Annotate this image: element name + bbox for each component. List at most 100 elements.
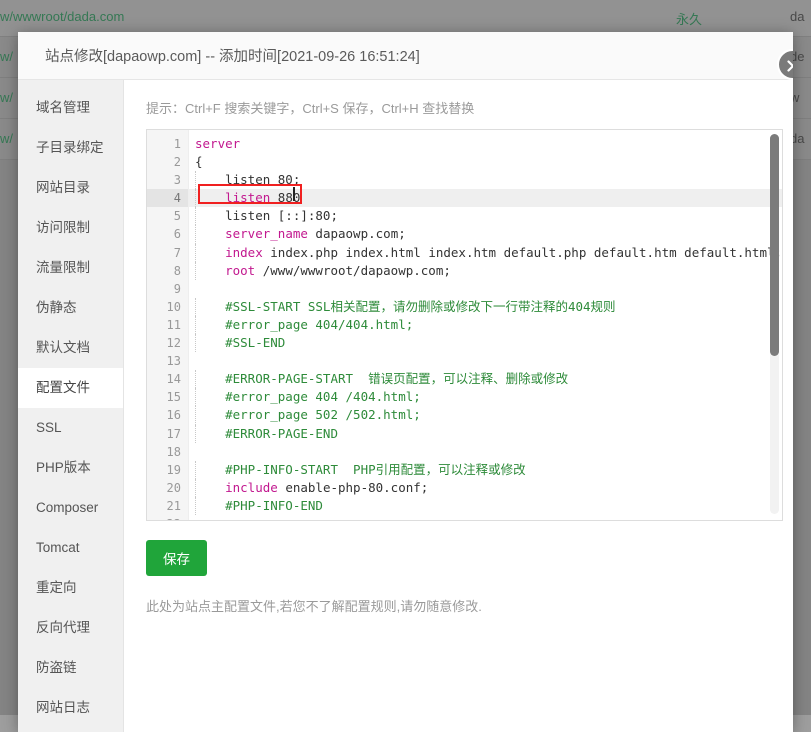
code-line[interactable]: { (189, 153, 782, 171)
code-token: index (225, 244, 263, 260)
sidebar-item-2[interactable]: 网站目录 (18, 168, 123, 208)
code-line[interactable]: #error_page 404/404.html; (189, 315, 782, 335)
sidebar-item-15[interactable]: 网站日志 (18, 688, 123, 728)
code-line[interactable]: index index.php index.html index.htm def… (189, 243, 782, 262)
code-line[interactable]: #PHP-INFO-START PHP引用配置，可以注释或修改 (189, 460, 782, 479)
line-number: 9 (173, 281, 181, 296)
code-line[interactable]: server_name dapaowp.com; (189, 225, 782, 244)
code-line[interactable] (189, 352, 782, 370)
line-number: 5 (173, 209, 181, 224)
indent-guide (195, 334, 196, 353)
code-line[interactable]: listen 80; (189, 171, 782, 190)
dialog-sidebar: 域名管理 子目录绑定 网站目录 访问限制 流量限制 伪静态 默认文档 配置文件 SSL PHP版本… (18, 80, 124, 732)
code-line[interactable]: #error_page 502 /502.html; (189, 406, 782, 425)
code-token: #error_page 502 /502.html; (195, 407, 421, 423)
line-number: 16 (166, 408, 181, 423)
code-token: server (195, 136, 241, 151)
sidebar-item-10[interactable]: Composer (18, 488, 123, 528)
dialog-body: 域名管理 子目录绑定 网站目录 访问限制 流量限制 伪静态 默认文档 配置文件 SSL PHP版本… (18, 80, 793, 732)
indent-guide (195, 315, 196, 335)
line-number: 10 (166, 299, 181, 314)
indent-guide (195, 243, 196, 262)
line-number: 12 (166, 336, 181, 351)
code-token: include (225, 479, 278, 495)
sidebar-item-11[interactable]: Tomcat (18, 528, 123, 568)
sidebar-item-8[interactable]: SSL (18, 408, 123, 448)
config-code-editor[interactable]: 12345678910111213141516171819202122 serv… (146, 129, 784, 521)
sidebar-item-3[interactable]: 访问限制 (18, 208, 123, 248)
indent-guide (195, 406, 196, 425)
code-line[interactable]: root /www/wwwroot/dapaowp.com; (189, 261, 782, 280)
code-line[interactable] (189, 443, 782, 461)
indent-guide (195, 297, 196, 316)
line-number: 1 (173, 137, 181, 151)
code-line[interactable]: include enable-php-80.conf; (189, 478, 782, 497)
code-token: server_name (225, 226, 308, 242)
line-number: 19 (166, 462, 181, 477)
sidebar-item-7[interactable]: 配置文件 (18, 368, 123, 408)
editor-scrollbar[interactable] (770, 134, 780, 514)
code-line[interactable]: #ERROR-PAGE-END (189, 424, 782, 443)
sidebar-item-0[interactable]: 域名管理 (18, 88, 123, 128)
sidebar-item-1[interactable]: 子目录绑定 (18, 128, 123, 168)
code-line[interactable]: listen [::]:80; (189, 207, 782, 226)
indent-guide (195, 496, 196, 515)
sidebar-item-14[interactable]: 防盗链 (18, 648, 123, 688)
dialog-title: 站点修改[dapaowp.com] -- 添加时间[2021-09-26 16:… (45, 49, 420, 65)
sidebar-item-13[interactable]: 反向代理 (18, 608, 123, 648)
code-area[interactable]: server{ listen 80; listen 880 listen [::… (189, 130, 783, 520)
line-number: 17 (166, 426, 181, 441)
text-caret (293, 187, 295, 201)
line-number: 13 (166, 354, 181, 369)
indent-guide (195, 370, 196, 389)
indent-guide (195, 225, 196, 244)
line-number: 2 (173, 155, 181, 170)
code-line[interactable]: #SSL-START SSL相关配置，请勿删除或修改下一行带注释的404规则 (189, 297, 782, 316)
code-line[interactable]: server (189, 135, 782, 153)
code-token: 880 (270, 190, 301, 206)
code-token: enable-php-80.conf; (277, 479, 429, 495)
code-line[interactable]: listen 880 (189, 189, 783, 208)
sidebar-item-9[interactable]: PHP版本 (18, 448, 123, 488)
code-line[interactable]: #error_page 404 /404.html; (189, 388, 782, 407)
code-token: #PHP-INFO-END (195, 497, 323, 513)
code-line[interactable] (189, 515, 782, 520)
indent-guide (195, 388, 196, 407)
line-number: 3 (173, 173, 181, 188)
code-token: listen (225, 190, 271, 206)
line-number: 6 (173, 227, 181, 242)
indent-guide (195, 189, 196, 208)
code-token: dapaowp.com; (307, 226, 406, 242)
code-token: #ERROR-PAGE-START 错误页配置，可以注释、删除或修改 (195, 371, 569, 387)
config-warning-note: 此处为站点主配置文件,若您不了解配置规则,请勿随意修改. (146, 599, 482, 614)
editor-scrollbar-thumb[interactable] (770, 134, 780, 356)
save-button[interactable]: 保存 (146, 540, 207, 576)
code-line[interactable]: #ERROR-PAGE-START 错误页配置，可以注释、删除或修改 (189, 370, 782, 389)
code-token: /www/wwwroot/dapaowp.com; (255, 262, 451, 278)
line-number: 4 (147, 189, 188, 208)
sidebar-item-12[interactable]: 重定向 (18, 568, 123, 608)
code-token: { (195, 154, 203, 170)
line-number: 21 (166, 498, 181, 513)
line-number: 8 (173, 263, 181, 278)
site-modify-dialog: 站点修改[dapaowp.com] -- 添加时间[2021-09-26 16:… (18, 32, 793, 732)
close-x-glyph (786, 59, 793, 72)
indent-guide (195, 171, 196, 190)
line-number: 11 (166, 317, 181, 332)
code-line[interactable]: #PHP-INFO-END (189, 496, 782, 515)
code-line[interactable]: #SSL-END (189, 334, 782, 353)
code-token: listen 80; (195, 172, 301, 188)
code-token: root (225, 262, 256, 278)
sidebar-item-5[interactable]: 伪静态 (18, 288, 123, 328)
code-line[interactable] (189, 280, 782, 298)
dialog-content: 提示：Ctrl+F 搜索关键字，Ctrl+S 保存，Ctrl+H 查找替换 12… (124, 80, 793, 732)
shortcut-tip: 提示：Ctrl+F 搜索关键字，Ctrl+S 保存，Ctrl+H 查找替换 (146, 101, 475, 116)
sidebar-item-6[interactable]: 默认文档 (18, 328, 123, 368)
indent-guide (195, 424, 196, 443)
sidebar-item-4[interactable]: 流量限制 (18, 248, 123, 288)
line-number-gutter: 12345678910111213141516171819202122 (147, 130, 189, 520)
